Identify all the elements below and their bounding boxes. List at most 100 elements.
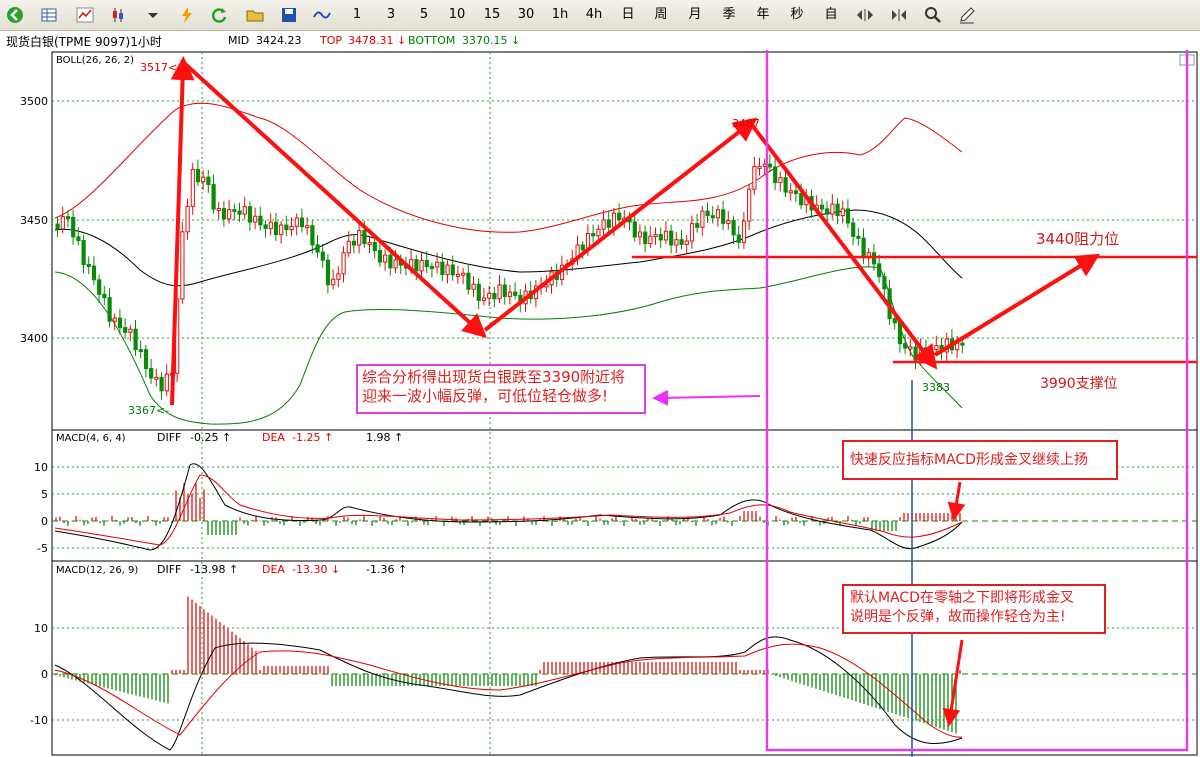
- candle: [320, 251, 325, 261]
- candle: [871, 252, 877, 265]
- candle: [929, 349, 934, 357]
- candle: [305, 225, 310, 229]
- expand-horizontal-icon[interactable]: [856, 6, 874, 24]
- candle: [60, 216, 65, 230]
- period-30[interactable]: 30: [515, 3, 537, 27]
- boll-title: BOLL(26, 26, 2): [56, 55, 134, 66]
- candle: [466, 272, 471, 290]
- macd-default-line-1: 默认MACD在零轴之下即将形成金叉: [850, 590, 1074, 606]
- candle: [450, 264, 455, 276]
- candle: [783, 177, 788, 193]
- period-month[interactable]: 月: [684, 3, 706, 27]
- candle: [377, 250, 383, 263]
- candle: [112, 317, 117, 322]
- macd2-diff-value: -13.98 ↑: [190, 563, 238, 576]
- macd1-dea-value: -1.25 ↑: [292, 431, 333, 444]
- shrink-horizontal-icon[interactable]: [890, 6, 908, 24]
- period-1h[interactable]: 1h: [549, 3, 571, 27]
- dropdown-arrow-icon[interactable]: [144, 6, 162, 24]
- back-icon[interactable]: [6, 6, 24, 24]
- refresh-icon[interactable]: [210, 6, 228, 24]
- candle: [107, 297, 112, 322]
- candle: [357, 230, 362, 246]
- candle: [97, 279, 102, 295]
- candle: [721, 209, 726, 224]
- candle: [367, 242, 372, 246]
- bottom-label: BOTTOM: [408, 34, 456, 47]
- support-label: 3990支撑位: [1040, 376, 1118, 392]
- candle: [372, 242, 377, 252]
- candle: [310, 225, 315, 246]
- candle: [138, 349, 143, 353]
- save-icon[interactable]: [280, 6, 298, 24]
- candle: [679, 239, 684, 245]
- chart-header: 现货白银(TPME 9097)1小时 MID 3424.23 TOP 3478.…: [0, 31, 1200, 51]
- candle: [840, 208, 845, 217]
- candle: [773, 166, 778, 184]
- line-chart-icon[interactable]: [76, 6, 94, 24]
- candle: [86, 264, 91, 268]
- macd2-histogram: [55, 596, 961, 734]
- candle: [237, 210, 242, 215]
- candlestick-icon[interactable]: [110, 6, 128, 24]
- candle: [892, 318, 897, 324]
- candle: [393, 259, 398, 269]
- candle: [851, 222, 856, 237]
- candle: [695, 223, 700, 228]
- wave-icon[interactable]: [313, 6, 331, 24]
- candle: [799, 192, 804, 206]
- candle: [71, 216, 76, 238]
- lightning-icon[interactable]: [178, 6, 196, 24]
- macd1-dea-label: DEA: [262, 431, 285, 444]
- candle: [133, 328, 138, 351]
- candle: [643, 231, 648, 245]
- macd1-dea-line: [54, 474, 963, 546]
- table-icon[interactable]: [40, 6, 58, 24]
- period-custom[interactable]: 自: [820, 3, 842, 27]
- candle: [731, 219, 736, 236]
- candle: [455, 273, 461, 277]
- period-year[interactable]: 年: [752, 3, 774, 27]
- candlesticks: [55, 154, 965, 400]
- period-10[interactable]: 10: [446, 3, 468, 27]
- period-15[interactable]: 15: [481, 3, 503, 27]
- instrument-title: 现货白银(TPME 9097)1小时: [6, 35, 162, 49]
- period-day[interactable]: 日: [617, 3, 639, 27]
- period-season[interactable]: 季: [718, 3, 740, 27]
- macd2-tick-10: 10: [34, 622, 48, 635]
- period-3[interactable]: 3: [380, 3, 402, 27]
- candle: [611, 212, 617, 228]
- candle: [830, 203, 835, 215]
- period-5[interactable]: 5: [413, 3, 435, 27]
- macd2-title: MACD(12, 26, 9): [56, 565, 138, 576]
- candle: [325, 259, 331, 286]
- candle: [143, 349, 149, 369]
- toolbar: 1 3 5 10 15 30 1h 4h 日 周 月 季 年 秒 自: [0, 0, 1200, 31]
- macd2-tick-minus10: -10: [30, 714, 48, 727]
- candle: [55, 223, 60, 230]
- top-value: 3478.31 ↓: [348, 34, 407, 47]
- candle: [882, 276, 887, 290]
- candle: [123, 327, 128, 333]
- macd1-tick-10: 10: [34, 461, 48, 474]
- candle: [164, 373, 169, 392]
- candle: [767, 163, 773, 168]
- period-1[interactable]: 1: [346, 3, 368, 27]
- candle: [658, 234, 663, 241]
- y-tick-3450: 3450: [20, 214, 48, 227]
- open-folder-icon[interactable]: [246, 6, 264, 24]
- macd2-dea-label: DEA: [262, 563, 285, 576]
- bottom-value: 3370.15 ↓: [462, 34, 521, 47]
- candle: [705, 210, 710, 217]
- annotation-pointer-arrow: [652, 389, 761, 406]
- pencil-icon[interactable]: [958, 6, 976, 24]
- period-second[interactable]: 秒: [786, 3, 808, 27]
- candle: [440, 261, 445, 276]
- period-week[interactable]: 周: [650, 3, 672, 27]
- search-icon[interactable]: [924, 6, 942, 24]
- period-4h[interactable]: 4h: [583, 3, 605, 27]
- candle: [726, 219, 731, 224]
- candle: [903, 343, 908, 349]
- candle: [273, 221, 279, 236]
- candle: [481, 297, 487, 301]
